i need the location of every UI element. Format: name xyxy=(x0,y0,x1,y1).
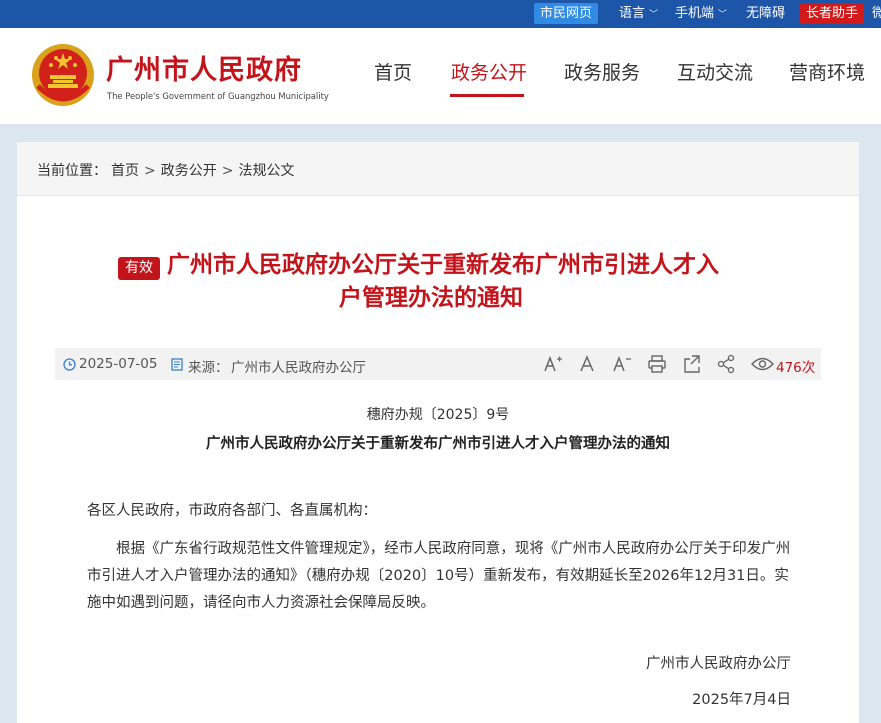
nav-home[interactable]: 首页 xyxy=(374,58,412,85)
chevron-down-icon: ﹀ xyxy=(718,10,728,20)
weibo-link[interactable]: 微 xyxy=(872,0,881,28)
elderly-assistant-button[interactable]: 长者助手 xyxy=(800,3,865,24)
citizen-page-link[interactable]: 市民网页 xyxy=(534,3,599,24)
font-reset-icon[interactable] xyxy=(578,354,596,374)
clock-icon xyxy=(63,358,76,371)
article-panel: 有效 广州市人民政府办公厅关于重新发布广州市引进人才入 户管理办法的通知 202… xyxy=(17,196,859,723)
breadcrumb-panel: 当前位置： 首页 > 政务公开 > 法规公文 xyxy=(17,142,859,196)
body-paragraph: 根据《广东省行政规范性文件管理规定》，经市人民政府同意，现将《广州市人民政府办公… xyxy=(87,541,791,611)
breadcrumb-prefix: 当前位置： xyxy=(37,163,107,179)
salutation: 各区人民政府，市政府各部门、各直属机构： xyxy=(87,503,377,519)
national-emblem-icon[interactable] xyxy=(30,42,96,108)
eye-icon xyxy=(751,357,774,371)
font-decrease-icon[interactable] xyxy=(612,354,632,374)
breadcrumb: 当前位置： 首页 > 政务公开 > 法规公文 xyxy=(37,160,294,180)
language-label: 语言 xyxy=(619,6,646,21)
article-title: 广州市人民政府办公厅关于重新发布广州市引进人才入 户管理办法的通知 xyxy=(167,249,767,315)
nav-gov-affairs[interactable]: 政务公开 xyxy=(451,58,527,85)
view-count: 476次 xyxy=(776,356,815,376)
view-count-number: 476 xyxy=(776,360,802,376)
nav-gov-services[interactable]: 政务服务 xyxy=(564,58,640,85)
mobile-label: 手机端 xyxy=(675,6,715,21)
share-icon[interactable] xyxy=(716,354,736,374)
source-label: 来源： xyxy=(188,360,229,376)
article-title-line2: 户管理办法的通知 xyxy=(339,285,523,311)
view-count-unit: 次 xyxy=(801,360,816,376)
export-icon[interactable] xyxy=(682,354,702,374)
breadcrumb-home[interactable]: 首页 xyxy=(111,163,139,179)
document-subtitle: 广州市人民政府办公厅关于重新发布广州市引进人才入户管理办法的通知 xyxy=(206,436,670,452)
breadcrumb-gov-affairs[interactable]: 政务公开 xyxy=(161,163,217,179)
nav-interaction[interactable]: 互动交流 xyxy=(677,58,753,85)
site-header: 广州市人民政府 The People's Government of Guang… xyxy=(0,28,881,124)
active-nav-indicator xyxy=(450,94,524,97)
accessibility-link[interactable]: 无障碍 xyxy=(746,0,785,28)
document-icon xyxy=(171,358,183,371)
chevron-down-icon: ﹀ xyxy=(649,10,659,20)
site-title[interactable]: 广州市人民政府 xyxy=(106,48,302,87)
top-utility-bar: 市民网页 语言 ﹀ 手机端 ﹀ 无障碍 长者助手 微 xyxy=(0,0,881,28)
nav-business-env[interactable]: 营商环境 xyxy=(789,58,865,85)
breadcrumb-separator: > xyxy=(144,163,156,179)
language-menu[interactable]: 语言 ﹀ xyxy=(619,0,658,28)
print-icon[interactable] xyxy=(647,354,667,374)
sign-date: 2025年7月4日 xyxy=(692,692,791,708)
publish-date: 2025-07-05 xyxy=(79,356,158,372)
article-info-bar: 2025-07-05 来源： 广州市人民政府办公厅 476次 xyxy=(55,348,821,380)
mobile-menu[interactable]: 手机端 ﹀ xyxy=(675,0,727,28)
breadcrumb-regulations[interactable]: 法规公文 xyxy=(238,163,294,179)
site-subtitle-en: The People's Government of Guangzhou Mun… xyxy=(107,91,329,101)
status-badge: 有效 xyxy=(118,257,160,280)
source-value: 广州市人民政府办公厅 xyxy=(231,360,366,376)
signer: 广州市人民政府办公厅 xyxy=(646,656,791,672)
font-increase-icon[interactable] xyxy=(543,354,563,374)
article-title-line1: 广州市人民政府办公厅关于重新发布广州市引进人才入 xyxy=(167,252,719,278)
document-number: 穗府办规〔2025〕9号 xyxy=(366,407,510,423)
breadcrumb-separator: > xyxy=(221,163,234,179)
